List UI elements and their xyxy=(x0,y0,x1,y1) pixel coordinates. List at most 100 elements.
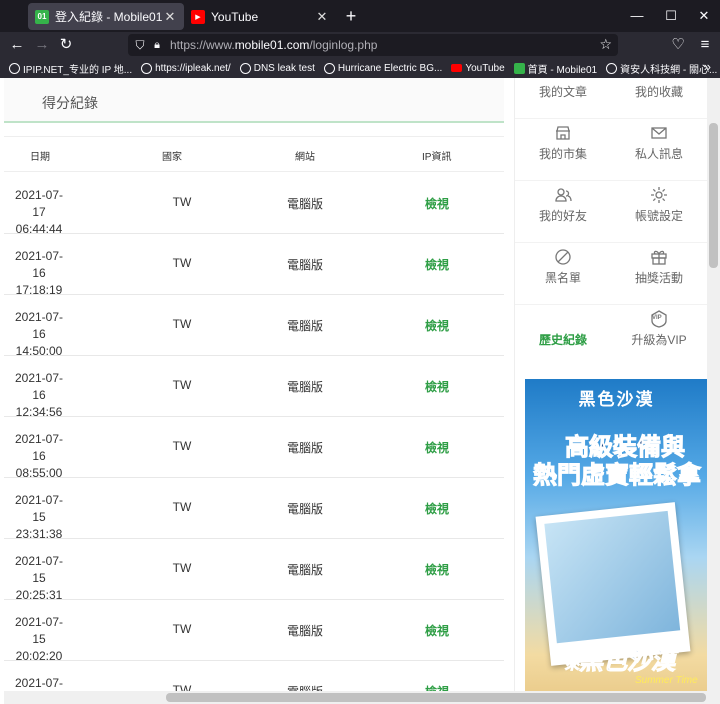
sidebar-item-label: 帳號設定 xyxy=(634,209,683,223)
table-row: 2021-07-15 20:25:31 TW 電腦版 檢視 xyxy=(4,539,504,602)
tab-title: YouTube xyxy=(211,9,259,24)
bookmark-item[interactable]: Hurricane Electric BG... xyxy=(323,62,443,74)
cell-site: 電腦版 xyxy=(286,319,323,333)
url-bar[interactable]: ⛉ 🔒︎ https://www.mobile01.com/loginlog.p… xyxy=(128,34,618,56)
header-country: 國家 xyxy=(162,152,182,163)
url-text[interactable]: https://www.mobile01.com/loginlog.php xyxy=(170,38,377,52)
forward-button[interactable]: → xyxy=(31,35,53,55)
bookmark-label: https://ipleak.net/ xyxy=(155,62,231,74)
sidebar-item-8[interactable]: 抽獎活動 xyxy=(611,242,707,304)
pocket-icon[interactable]: ♡ xyxy=(667,35,689,55)
view-ip-link[interactable]: 檢視 xyxy=(422,622,452,639)
chevron-right-icon[interactable]: » xyxy=(704,59,711,74)
bookmark-item[interactable]: IPIP.NET_专业的 IP 地... xyxy=(9,61,132,76)
cell-site: 電腦版 xyxy=(286,197,323,211)
sidebar-item-4[interactable]: 私人訊息 xyxy=(611,118,707,180)
tab-youtube[interactable]: ▶ YouTube ✕ xyxy=(184,3,336,30)
cell-country: TW xyxy=(172,378,192,392)
view-ip-link[interactable]: 檢視 xyxy=(422,378,452,395)
menu-icon[interactable]: ≡ xyxy=(694,35,716,55)
view-ip-link[interactable]: 檢視 xyxy=(422,317,452,334)
cell-date: 2021-07-16 14:50:00 xyxy=(10,309,68,360)
sidebar-item-label: 我的好友 xyxy=(538,209,587,223)
cell-country: TW xyxy=(172,561,192,575)
cell-date: 2021-07-15 20:25:31 xyxy=(10,553,68,604)
globe-icon xyxy=(239,62,251,74)
bookmark-label: IPIP.NET_专业的 IP 地... xyxy=(23,64,133,76)
sidebar: 我的文章 我的收藏 我的市集 私人訊息 我的好友 帳號設定 黑名單 抽獎活動 歷史紀錄 VIP 升級… xyxy=(514,78,708,704)
horizontal-scroll-thumb[interactable] xyxy=(166,693,706,702)
reload-button[interactable]: ↻ xyxy=(55,35,77,55)
view-ip-link[interactable]: 檢視 xyxy=(422,439,452,456)
close-icon[interactable]: ✕ xyxy=(162,9,178,25)
view-ip-link[interactable]: 檢視 xyxy=(422,195,452,212)
ad-logo-prefix: 來 xyxy=(565,656,580,673)
maximize-button[interactable]: ☐ xyxy=(660,6,682,26)
table-row: 2021-07-16 12:34:56 TW 電腦版 檢視 xyxy=(4,356,504,419)
cell-site: 電腦版 xyxy=(286,624,323,638)
section-header: 得分紀錄 xyxy=(4,78,504,123)
tab-loginlog[interactable]: 01 登入紀錄 - Mobile01 ✕ xyxy=(28,3,184,30)
cell-date-day: 2021-07-16 xyxy=(14,249,64,280)
browser-titlebar: 01 登入紀錄 - Mobile01 ✕ ▶ YouTube ✕ + — ☐ ✕ xyxy=(0,0,720,32)
sidebar-item-9[interactable]: 歷史紀錄 xyxy=(515,304,611,366)
bookmark-item[interactable]: https://ipleak.net/ xyxy=(141,62,231,74)
ad-logo: 來黑色沙漠 xyxy=(565,641,676,676)
table-row: 2021-07-15 20:02:20 TW 電腦版 檢視 xyxy=(4,600,504,663)
close-icon[interactable]: ✕ xyxy=(314,9,330,25)
youtube-icon: ▶ xyxy=(191,9,205,24)
main-panel: 得分紀錄 日期 國家 網站 IP資訊 2021-07-17 06:44:44 TW 電… xyxy=(4,78,504,704)
vertical-scrollbar[interactable] xyxy=(707,78,720,704)
sidebar-item-label: 私人訊息 xyxy=(634,147,683,161)
bookmark-label: DNS leak test xyxy=(253,62,315,74)
globe-icon xyxy=(9,62,20,74)
cell-date-day: 2021-07-16 xyxy=(14,371,64,402)
sidebar-item-label: 升級為VIP xyxy=(631,333,687,347)
minimize-button[interactable]: — xyxy=(626,6,648,26)
ad-banner[interactable]: 黑色沙漠 高級裝備與 熱門虛寶輕鬆拿 來黑色沙漠 Summer Time xyxy=(525,379,708,704)
vip-icon: VIP xyxy=(649,309,669,329)
table-row: 2021-07-15 23:31:38 TW 電腦版 檢視 xyxy=(4,478,504,541)
sidebar-item-5[interactable]: 我的好友 xyxy=(515,180,611,242)
view-ip-link[interactable]: 檢視 xyxy=(422,500,452,517)
mail-icon xyxy=(649,123,669,143)
cell-site: 電腦版 xyxy=(286,563,323,577)
back-button[interactable]: ← xyxy=(6,35,28,55)
table-row: 2021-07-16 17:18:19 TW 電腦版 檢視 xyxy=(4,234,504,297)
cell-country: TW xyxy=(172,195,192,209)
cell-date-day: 2021-07-16 xyxy=(14,432,64,463)
new-tab-button[interactable]: + xyxy=(341,6,361,26)
cell-date-day: 2021-07-15 xyxy=(14,493,64,524)
menu-divider xyxy=(515,242,708,243)
bookmark-item[interactable]: DNS leak test xyxy=(239,62,315,74)
bookmark-label: Hurricane Electric BG... xyxy=(337,62,443,74)
sidebar-item-label: 黑名單 xyxy=(544,271,581,285)
bookmark-item[interactable]: 資安人科技網 - 關心... xyxy=(606,61,717,76)
bookmark-label: 資安人科技網 - 關心... xyxy=(620,64,718,76)
gear-icon xyxy=(649,185,669,205)
cell-site: 電腦版 xyxy=(286,258,323,272)
cell-date-day: 2021-07-15 xyxy=(14,554,64,585)
cell-date: 2021-07-16 17:18:19 xyxy=(10,248,68,299)
sidebar-item-3[interactable]: 我的市集 xyxy=(515,118,611,180)
shield-icon[interactable]: ⛉ xyxy=(133,37,147,53)
vertical-scroll-thumb[interactable] xyxy=(709,123,718,268)
cell-date: 2021-07-17 06:44:44 xyxy=(10,187,68,238)
bookmarks-bar: IPIP.NET_专业的 IP 地... https://ipleak.net/… xyxy=(0,58,720,78)
sidebar-item-7[interactable]: 黑名單 xyxy=(515,242,611,304)
cell-date: 2021-07-15 20:02:20 xyxy=(10,614,68,665)
bookmark-label: 首頁 - Mobile01 xyxy=(527,64,598,76)
lock-icon[interactable]: 🔒︎ xyxy=(150,37,164,53)
bookmark-item[interactable]: 首頁 - Mobile01 xyxy=(513,61,598,76)
view-ip-link[interactable]: 檢視 xyxy=(422,561,452,578)
block-icon xyxy=(553,247,573,267)
bookmark-item[interactable]: YouTube xyxy=(451,63,505,74)
bookmark-star-icon[interactable]: ☆ xyxy=(599,36,612,53)
ad-character-image xyxy=(544,510,681,644)
window-close-button[interactable]: ✕ xyxy=(693,6,715,26)
view-ip-link[interactable]: 檢視 xyxy=(422,256,452,273)
sidebar-item-10[interactable]: VIP 升級為VIP xyxy=(611,304,707,366)
horizontal-scrollbar[interactable] xyxy=(4,691,707,704)
sidebar-item-6[interactable]: 帳號設定 xyxy=(611,180,707,242)
friends-icon xyxy=(553,185,573,205)
